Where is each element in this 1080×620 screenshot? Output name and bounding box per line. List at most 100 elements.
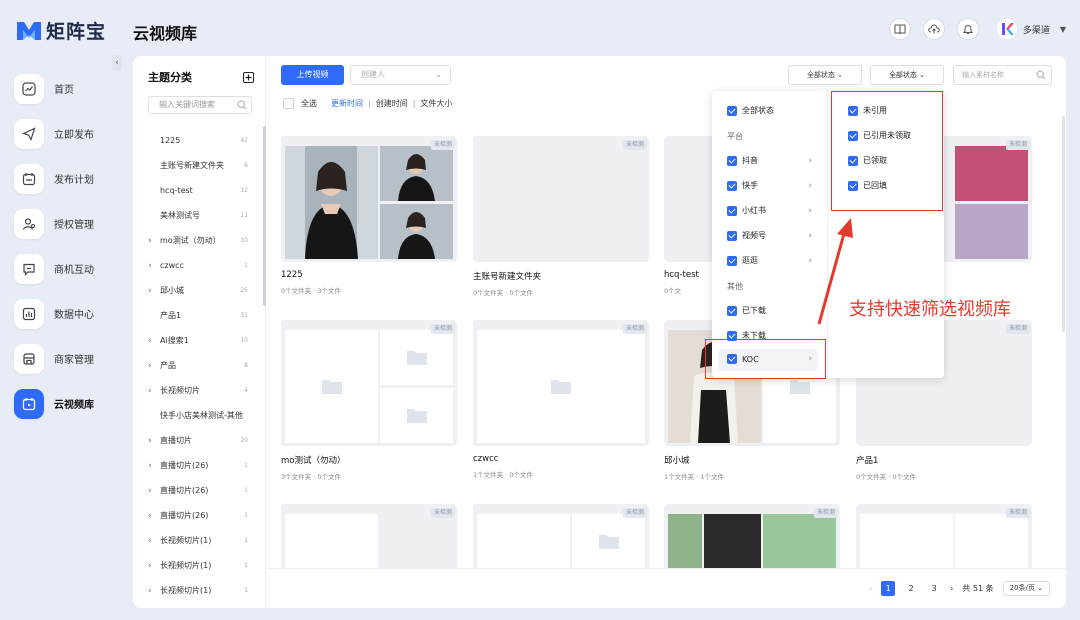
search-icon bbox=[1036, 70, 1046, 80]
filter-option-xiaohongshu[interactable]: 小红书 › bbox=[727, 205, 812, 216]
page-3-button[interactable]: 3 bbox=[927, 581, 941, 596]
nav-item-plan[interactable]: 发布计划 bbox=[12, 156, 112, 201]
filter-option-shipinhao[interactable]: 视频号 › bbox=[727, 230, 812, 241]
usage-status-select[interactable]: 全部状态 ⌄ bbox=[870, 65, 944, 85]
tree-item[interactable]: 快手小店美林测试-其他 bbox=[133, 403, 261, 428]
platform-status-select[interactable]: 全部状态 ⌄ bbox=[788, 65, 862, 85]
tree-item[interactable]: › Ai搜索1 10 bbox=[133, 328, 261, 353]
tree-item[interactable]: › 长视频切片 4 bbox=[133, 378, 261, 403]
nav-item-cloud[interactable]: 云视频库 bbox=[12, 381, 112, 426]
tree-item-label: 长视频切片(1) bbox=[160, 586, 212, 595]
tree-item-count: 25 bbox=[240, 287, 248, 294]
tree-item[interactable]: › 长视频切片(1) 1 bbox=[133, 553, 261, 578]
material-search-input[interactable]: 输入素材名称 bbox=[953, 65, 1052, 85]
main-scrollbar[interactable] bbox=[1062, 116, 1065, 332]
filter-platform-column: 全部状态 平台 抖音 › 快手 › 小红书 › 视频号 › 逛逛 › 其他 已下载 未下载… bbox=[712, 91, 828, 378]
sort-file-size[interactable]: 文件大小 bbox=[420, 98, 452, 109]
folder-card-1225[interactable]: 未检测 1225 0个文件夹 · 3个文件 bbox=[281, 136, 457, 295]
caret-down-icon: ▼ bbox=[1059, 24, 1066, 34]
user-menu[interactable]: 多渠道 ▼ bbox=[996, 19, 1066, 39]
book-button[interactable] bbox=[888, 18, 911, 40]
folder-card-main[interactable]: 未检测 主账号新建文件夹 0个文件夹 · 0个文件 bbox=[473, 136, 649, 297]
tree-item[interactable]: hcq-test 12 bbox=[133, 178, 261, 203]
nav-item-merchant[interactable]: 商家管理 bbox=[12, 336, 112, 381]
app-name: 矩阵宝 bbox=[46, 21, 107, 43]
tree-item[interactable]: › czwcc 1 bbox=[133, 253, 261, 278]
tree-scrollbar[interactable] bbox=[263, 126, 266, 306]
filter-option-downloaded[interactable]: 已下载 bbox=[727, 305, 812, 316]
tree-item[interactable]: › 直播切片(26) 1 bbox=[133, 453, 261, 478]
select-all-label[interactable]: 全选 bbox=[301, 98, 317, 109]
filter-option-kuaishou[interactable]: 快手 › bbox=[727, 180, 812, 191]
notification-button[interactable] bbox=[956, 18, 979, 40]
select-all-checkbox[interactable] bbox=[283, 98, 294, 109]
page-size-select[interactable]: 20条/页 ⌄ bbox=[1002, 581, 1050, 596]
chevron-right-icon: › bbox=[148, 260, 152, 271]
filter-group-other: 其他 bbox=[727, 282, 743, 291]
creator-select[interactable]: 创建人 ⌄ bbox=[350, 65, 451, 85]
nav-item-home[interactable]: 首页 bbox=[12, 66, 112, 111]
filter-option-douyin[interactable]: 抖音 › bbox=[727, 155, 812, 166]
video-thumbnail bbox=[763, 514, 836, 574]
checkbox-checked-icon bbox=[727, 180, 737, 191]
sort-update-time[interactable]: 更新时间 bbox=[331, 98, 363, 109]
tree-item[interactable]: › 长视频切片(1) 1 bbox=[133, 528, 261, 553]
tree-item[interactable]: › 邱小城 25 bbox=[133, 278, 261, 303]
add-folder-icon[interactable] bbox=[243, 71, 254, 83]
tree-item-label: 主账号新建文件夹 bbox=[160, 161, 224, 170]
folder-icon bbox=[406, 409, 427, 423]
nav-item-publish[interactable]: 立即发布 bbox=[12, 111, 112, 156]
tree-item[interactable]: › mo测试（勿动） 10 bbox=[133, 228, 261, 253]
folder-icon bbox=[406, 351, 427, 365]
logo-icon bbox=[17, 21, 41, 40]
folder-card-czwcc[interactable]: 未检测 czwcc 1个文件夹 · 0个文件 bbox=[473, 320, 649, 479]
page-1-button[interactable]: 1 bbox=[881, 581, 896, 596]
empty-slot bbox=[380, 388, 453, 443]
sort-bar: 全选 更新时间 | 创建时间 | 文件大小 bbox=[283, 98, 452, 109]
search-icon bbox=[237, 100, 247, 110]
filter-option-guangguang[interactable]: 逛逛 › bbox=[727, 255, 812, 266]
empty-slot bbox=[285, 330, 378, 443]
next-page-button[interactable]: › bbox=[950, 584, 953, 593]
tree-item-label: 长视频切片(1) bbox=[160, 561, 212, 570]
tree-item-count: 10 bbox=[240, 237, 248, 244]
tree-item[interactable]: › 直播切片 20 bbox=[133, 428, 261, 453]
status-badge: 未检测 bbox=[622, 324, 647, 334]
tree-item[interactable]: › 直播切片(26) 1 bbox=[133, 478, 261, 503]
folder-name: 邱小城 bbox=[664, 456, 690, 466]
collapse-sidebar-button[interactable]: ‹ bbox=[112, 55, 122, 71]
chevron-right-icon: › bbox=[808, 230, 812, 241]
page-2-button[interactable]: 2 bbox=[904, 581, 918, 596]
tree-item[interactable]: 美林测试号 11 bbox=[133, 203, 261, 228]
tree-item[interactable]: › 长视频切片(1) 1 bbox=[133, 578, 261, 603]
nav-item-data[interactable]: 数据中心 bbox=[12, 291, 112, 336]
cloud-upload-button[interactable] bbox=[922, 18, 945, 40]
upload-video-button[interactable]: 上传视频 bbox=[281, 65, 344, 85]
folder-card-mo[interactable]: 未检测 mo测试（勿动） 3个文件夹 · 0个文件 bbox=[281, 320, 457, 481]
tree-item-count: 20 bbox=[240, 437, 248, 444]
folder-meta: 0个文件夹 · 0个文件 bbox=[856, 473, 916, 481]
tree-item-count: 1 bbox=[244, 587, 248, 594]
chevron-right-icon: › bbox=[148, 460, 152, 471]
tree-item[interactable]: › 直播切片(26) 1 bbox=[133, 503, 261, 528]
tree-search-input[interactable]: 输入关键词搜索 bbox=[148, 96, 252, 114]
prev-page-button[interactable]: ‹ bbox=[869, 584, 872, 593]
tree-item[interactable]: 1225 42 bbox=[133, 128, 261, 153]
tree-item[interactable]: › 产品 8 bbox=[133, 353, 261, 378]
tree-item-label: Ai搜索1 bbox=[160, 336, 189, 345]
sort-create-time[interactable]: 创建时间 bbox=[376, 98, 408, 109]
tree-item-count: 31 bbox=[240, 312, 248, 319]
video-thumbnail bbox=[955, 204, 1028, 259]
tree-item[interactable]: 产品1 31 bbox=[133, 303, 261, 328]
empty-slot bbox=[380, 330, 453, 385]
chevron-right-icon: › bbox=[148, 385, 152, 396]
bar-chart-icon bbox=[14, 298, 44, 329]
tree-item[interactable]: 主账号新建文件夹 6 bbox=[133, 153, 261, 178]
folder-icon bbox=[598, 535, 619, 549]
filter-option-all[interactable]: 全部状态 bbox=[727, 105, 812, 116]
nav-item-auth[interactable]: 授权管理 bbox=[12, 201, 112, 246]
folder-thumbnail: 未检测 bbox=[473, 320, 649, 446]
nav-item-biz[interactable]: 商机互动 bbox=[12, 246, 112, 291]
tree-header: 主题分类 bbox=[148, 69, 254, 85]
nav-label: 发布计划 bbox=[54, 175, 94, 186]
